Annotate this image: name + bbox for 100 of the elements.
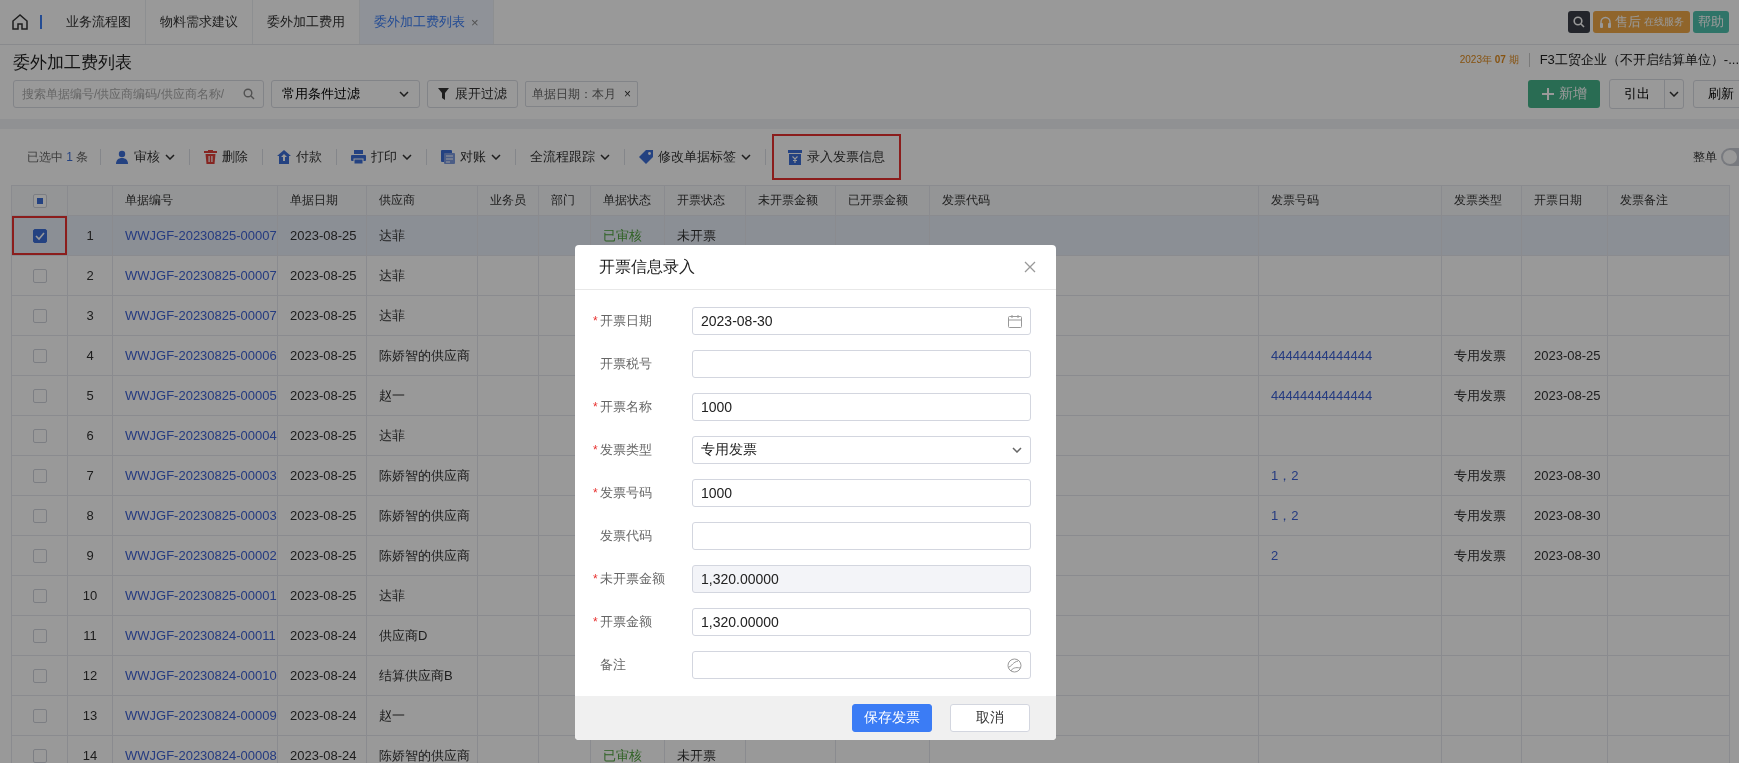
toolbar-button[interactable]: 审核 bbox=[107, 142, 184, 172]
person-icon bbox=[115, 150, 130, 164]
table-cell: 陈娇智的供应商 bbox=[366, 455, 478, 496]
tab[interactable]: 业务流程图 bbox=[52, 0, 146, 44]
table-cell: 2023-08-25 bbox=[277, 255, 367, 296]
cancel-button[interactable]: 取消 bbox=[950, 704, 1030, 732]
column-header: 发票类型 bbox=[1441, 185, 1522, 216]
field-label: 开票名称 bbox=[600, 398, 652, 416]
table-cell: 2023-08-25 bbox=[277, 215, 367, 256]
required-mark: * bbox=[593, 400, 598, 414]
toolbar-button[interactable]: 录入发票信息 bbox=[772, 134, 902, 180]
table-cell: 达菲 bbox=[366, 255, 478, 296]
trash-icon bbox=[204, 150, 218, 164]
expand-filter-button[interactable]: 展开过滤 bbox=[427, 80, 518, 108]
row-number: 1 bbox=[67, 215, 113, 256]
table-cell: 2023-08-24 bbox=[277, 615, 367, 656]
table-cell: 供应商D bbox=[366, 615, 478, 656]
row-number: 8 bbox=[67, 495, 113, 536]
field-label: 开票税号 bbox=[600, 355, 652, 373]
table-cell: 专用发票 bbox=[1441, 335, 1522, 376]
column-header: 已开票金额 bbox=[835, 185, 930, 216]
row-number: 3 bbox=[67, 295, 113, 336]
toolbar-button[interactable]: 对账 bbox=[433, 142, 510, 172]
document-link[interactable]: 2 bbox=[1271, 548, 1279, 563]
tab-close-button[interactable]: × bbox=[471, 14, 479, 30]
input-field[interactable] bbox=[692, 350, 1031, 378]
table-cell: 2023-08-25 bbox=[277, 495, 367, 536]
tab[interactable]: 委外加工费列表 × bbox=[360, 0, 494, 44]
toolbar-button[interactable]: 删除 bbox=[196, 142, 257, 172]
required-mark: * bbox=[593, 443, 598, 457]
toolbar-button[interactable]: 修改单据标签 bbox=[631, 142, 760, 172]
headset-icon bbox=[1599, 15, 1612, 29]
remark-field[interactable] bbox=[692, 651, 1031, 679]
company-name[interactable]: F3工贸企业（不开启结算单位）-... bbox=[1539, 51, 1739, 69]
required-mark: * bbox=[593, 615, 598, 629]
document-icon bbox=[441, 150, 456, 164]
toolbar-button[interactable]: 付款 bbox=[269, 142, 331, 172]
select-field[interactable]: 专用发票 bbox=[692, 436, 1031, 464]
column-header: 发票代码 bbox=[929, 185, 1259, 216]
close-icon[interactable] bbox=[1024, 261, 1036, 273]
printer-icon bbox=[351, 150, 367, 164]
dialog-title: 开票信息录入 bbox=[599, 256, 695, 277]
row-number: 9 bbox=[67, 535, 113, 576]
table-cell: 达菲 bbox=[366, 415, 478, 456]
table-cell: 赵一 bbox=[366, 375, 478, 416]
table-cell: 2023-08-25 bbox=[277, 455, 367, 496]
row-number: 2 bbox=[67, 255, 113, 296]
table-cell: 专用发票 bbox=[1441, 375, 1522, 416]
table-cell: 2023-08-25 bbox=[1521, 335, 1608, 376]
column-header: 单据状态 bbox=[590, 185, 665, 216]
funnel-icon bbox=[438, 88, 449, 100]
date-field[interactable]: 2023-08-30 bbox=[692, 307, 1031, 335]
tag-close-button[interactable]: × bbox=[624, 87, 631, 101]
column-header: 未开票金额 bbox=[745, 185, 836, 216]
required-mark: * bbox=[593, 314, 598, 328]
row-number: 12 bbox=[67, 655, 113, 696]
column-header: 开票日期 bbox=[1521, 185, 1608, 216]
table-cell: 2023-08-25 bbox=[277, 295, 367, 336]
input-field[interactable]: 1,320.00000 bbox=[692, 608, 1031, 636]
select-all-checkbox[interactable] bbox=[32, 193, 47, 208]
table-cell: 2023-08-24 bbox=[277, 655, 367, 696]
row-number: 6 bbox=[67, 415, 113, 456]
tab[interactable]: 物料需求建议 bbox=[146, 0, 253, 44]
plus-icon bbox=[1541, 88, 1554, 100]
search-button[interactable] bbox=[1568, 11, 1590, 33]
add-button[interactable]: 新增 bbox=[1528, 80, 1600, 108]
table-cell: 2023-08-25 bbox=[277, 335, 367, 376]
field-label: 发票号码 bbox=[600, 484, 652, 502]
toolbar-button[interactable]: 打印 bbox=[343, 142, 421, 172]
table-cell: 2023-08-25 bbox=[277, 575, 367, 616]
field-label: 开票金额 bbox=[600, 613, 652, 631]
row-number: 13 bbox=[67, 695, 113, 736]
field-label: 发票类型 bbox=[600, 441, 652, 459]
column-header: 单据编号 bbox=[112, 185, 278, 216]
input-field[interactable]: 1000 bbox=[692, 393, 1031, 421]
field-label: 发票代码 bbox=[600, 527, 652, 545]
table-cell: 2023-08-30 bbox=[1521, 535, 1608, 576]
save-button[interactable]: 保存发票 bbox=[852, 704, 932, 732]
input-field[interactable]: 1000 bbox=[692, 479, 1031, 507]
table-cell: 达菲 bbox=[366, 215, 478, 256]
filter-tag-label: 单据日期：本月 bbox=[532, 85, 616, 103]
ball-icon bbox=[1007, 657, 1022, 673]
house-icon bbox=[277, 150, 292, 164]
column-header: 开票状态 bbox=[664, 185, 746, 216]
column-header: 业务员 bbox=[477, 185, 539, 216]
column-header: 供应商 bbox=[366, 185, 478, 216]
table-cell: 专用发票 bbox=[1441, 535, 1522, 576]
caret-icon bbox=[399, 91, 409, 97]
toolbar-button[interactable]: 全流程跟踪 bbox=[522, 142, 619, 172]
document-link[interactable]: 1，2 bbox=[1271, 467, 1299, 483]
filter-select[interactable]: 常用条件过滤 bbox=[271, 80, 420, 108]
table-cell: 陈娇智的供应商 bbox=[366, 335, 478, 376]
table-cell: 结算供应商B bbox=[366, 655, 478, 696]
refresh-button[interactable]: 刷新 bbox=[1693, 80, 1739, 108]
checkbox[interactable] bbox=[32, 229, 47, 244]
caret-icon bbox=[1669, 91, 1679, 97]
document-link[interactable]: 1，2 bbox=[1271, 507, 1299, 523]
table-cell: 陈娇智的供应商 bbox=[366, 495, 478, 536]
input-field[interactable] bbox=[692, 522, 1031, 550]
help-button[interactable]: 帮助 bbox=[1693, 11, 1729, 33]
